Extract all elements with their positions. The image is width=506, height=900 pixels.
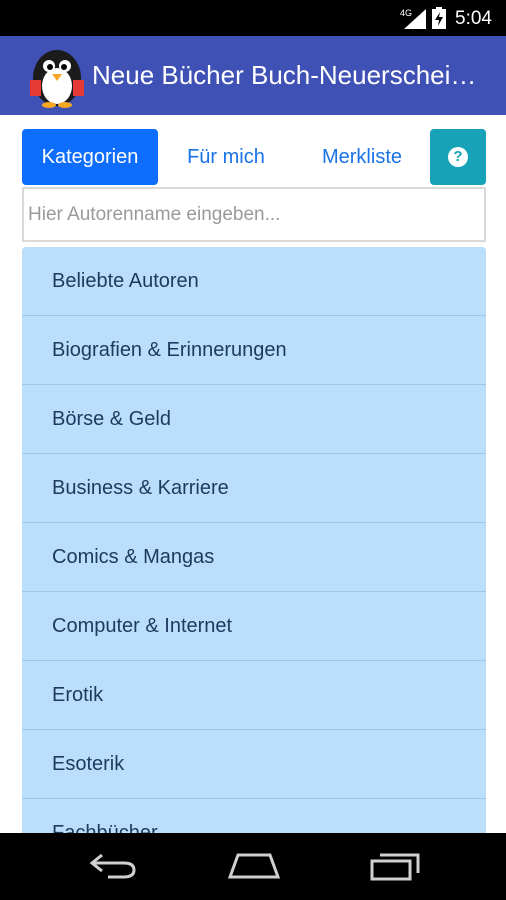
status-bar: 4G 5:04 [0, 0, 506, 36]
home-icon[interactable] [226, 851, 282, 879]
navigation-bar [0, 833, 506, 900]
author-search-input[interactable] [24, 189, 484, 240]
author-search-field [22, 187, 486, 242]
category-item[interactable]: Esoterik [22, 730, 486, 799]
signal-icon [404, 9, 426, 29]
penguin-icon [30, 50, 84, 108]
category-item[interactable]: Erotik [22, 661, 486, 730]
help-icon: ? [448, 147, 468, 167]
battery-charging-icon [432, 7, 446, 29]
category-item[interactable]: Biografien & Erinnerungen [22, 316, 486, 385]
category-item[interactable]: Comics & Mangas [22, 523, 486, 592]
category-item[interactable]: Beliebte Autoren [22, 247, 486, 316]
category-item[interactable]: Börse & Geld [22, 385, 486, 454]
recents-icon[interactable] [370, 851, 422, 881]
tab-kategorien[interactable]: Kategorien [22, 129, 158, 185]
app-bar: Neue Bücher Buch-Neuerscheinungen [0, 36, 506, 115]
category-item[interactable]: Computer & Internet [22, 592, 486, 661]
tab-fuer-mich[interactable]: Für mich [170, 129, 282, 185]
tab-bar: Kategorien Für mich Merkliste ? [22, 129, 486, 185]
tab-merkliste[interactable]: Merkliste [302, 129, 422, 185]
help-button[interactable]: ? [430, 129, 486, 185]
category-item[interactable]: Fachbücher [22, 799, 486, 833]
back-icon[interactable] [88, 851, 138, 879]
category-item[interactable]: Business & Karriere [22, 454, 486, 523]
clock: 5:04 [455, 8, 492, 29]
app-title: Neue Bücher Buch-Neuerscheinungen [92, 60, 487, 90]
category-list: Beliebte Autoren Biografien & Erinnerung… [22, 247, 486, 833]
